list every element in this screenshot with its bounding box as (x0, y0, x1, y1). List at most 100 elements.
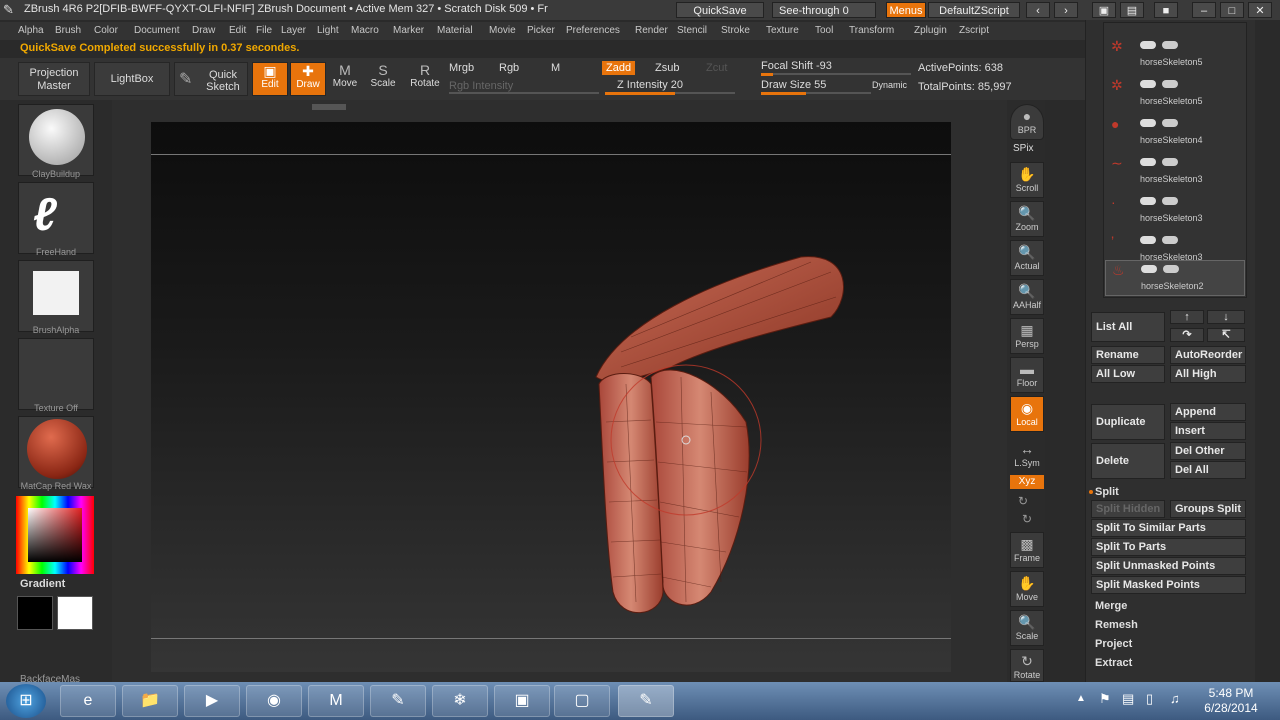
menu-stroke[interactable]: Stroke (721, 25, 750, 36)
chrome-icon[interactable]: ◉ (246, 685, 302, 717)
start-button-icon[interactable]: ⊞ (6, 684, 46, 718)
subtool-item[interactable]: ✲ horseSkeleton5 (1105, 37, 1245, 73)
rotate-button[interactable]: R Rotate (408, 62, 442, 96)
select-down-icon[interactable]: ↸ (1207, 328, 1245, 342)
zadd-toggle[interactable]: Zadd (602, 61, 636, 75)
visibility-icon[interactable] (1140, 41, 1156, 49)
polypaint-icon[interactable] (1162, 41, 1178, 49)
file-explorer-icon[interactable]: 📁 (122, 685, 178, 717)
quicksave-button[interactable]: QuickSave (676, 2, 764, 18)
xyz-toggle[interactable]: Xyz (1010, 475, 1044, 489)
material-thumbnail[interactable] (18, 416, 94, 488)
move-up-icon[interactable]: ↑ (1170, 310, 1204, 324)
quick-sketch-button[interactable]: ✎ Quick Sketch (174, 62, 248, 96)
lightbox-button[interactable]: LightBox (94, 62, 170, 96)
split-to-parts-button[interactable]: Split To Parts (1091, 538, 1246, 556)
zsub-toggle[interactable]: Zsub (655, 62, 679, 74)
del-other-button[interactable]: Del Other (1170, 442, 1246, 460)
menu-light[interactable]: Light (317, 25, 339, 36)
merge-section-header[interactable]: Merge (1095, 600, 1127, 612)
snowflake-app-icon[interactable]: ❄ (432, 685, 488, 717)
horse-skeleton-mesh[interactable] (595, 256, 844, 614)
focal-shift-slider[interactable]: Focal Shift -93 (761, 60, 832, 72)
rotate-view-button[interactable]: ↻ Rotate (1010, 649, 1044, 682)
groups-split-button[interactable]: Groups Split (1170, 500, 1246, 518)
m-toggle[interactable]: M (551, 62, 560, 74)
brush-thumbnail[interactable] (18, 104, 94, 176)
subtool-item-selected[interactable]: ♨ horseSkeleton2 (1105, 260, 1245, 296)
menu-movie[interactable]: Movie (489, 25, 516, 36)
restore-layout-icon[interactable]: ▣ (1092, 2, 1116, 18)
select-up-icon[interactable]: ↷ (1170, 328, 1204, 342)
polypaint-icon[interactable] (1162, 158, 1178, 166)
menu-transform[interactable]: Transform (849, 25, 894, 36)
close-icon[interactable]: ✕ (1248, 2, 1272, 18)
lsym-button[interactable]: ↔ L.Sym (1010, 438, 1044, 474)
menu-alpha[interactable]: Alpha (18, 25, 44, 36)
all-low-button[interactable]: All Low (1091, 365, 1165, 383)
menu-macro[interactable]: Macro (351, 25, 379, 36)
move-down-icon[interactable]: ↓ (1207, 310, 1245, 324)
see-through-slider[interactable]: See-through 0 (772, 2, 876, 18)
zbrush-task-icon[interactable]: ✎ (618, 685, 674, 717)
rgb-toggle[interactable]: Rgb (499, 62, 519, 74)
texture-thumbnail[interactable] (18, 338, 94, 410)
stroke-thumbnail[interactable]: ℓ (18, 182, 94, 254)
polypaint-icon[interactable] (1163, 265, 1179, 273)
subtool-item[interactable]: · horseSkeleton3 (1105, 193, 1245, 229)
visibility-icon[interactable] (1140, 80, 1156, 88)
notes-app-icon[interactable]: ✎ (370, 685, 426, 717)
action-center-flag-icon[interactable]: ⚑ (1099, 691, 1111, 707)
append-button[interactable]: Append (1170, 403, 1246, 421)
bpr-button[interactable]: ● BPR (1010, 104, 1044, 140)
visibility-icon[interactable] (1140, 197, 1156, 205)
move-button[interactable]: M Move (330, 62, 360, 96)
color-picker-square[interactable] (28, 508, 82, 562)
main-color-swatch[interactable] (57, 596, 93, 630)
mrgb-toggle[interactable]: Mrgb (449, 62, 474, 74)
rotate-y-icon[interactable]: ↻ (1018, 494, 1028, 508)
subtool-item[interactable]: ✲ horseSkeleton5 (1105, 76, 1245, 112)
menu-edit[interactable]: Edit (229, 25, 246, 36)
visibility-icon[interactable] (1141, 265, 1157, 273)
visibility-icon[interactable] (1140, 236, 1156, 244)
model-viewport[interactable] (151, 122, 951, 672)
rename-button[interactable]: Rename (1091, 346, 1165, 364)
menu-document[interactable]: Document (134, 25, 180, 36)
image-viewer-icon[interactable]: ▢ (554, 685, 610, 717)
z-intensity-slider[interactable]: Z Intensity 20 (617, 79, 683, 91)
maximize-icon[interactable]: □ (1220, 2, 1244, 18)
dynamic-toggle[interactable]: Dynamic (872, 80, 907, 90)
device-icon[interactable]: ▤ (1122, 691, 1134, 707)
secondary-color-swatch[interactable] (17, 596, 53, 630)
media-player-icon[interactable]: ▶ (184, 685, 240, 717)
menu-draw[interactable]: Draw (192, 25, 215, 36)
gradient-toggle[interactable]: Gradient (20, 578, 65, 590)
menu-marker[interactable]: Marker (393, 25, 424, 36)
volume-icon[interactable]: ♫ (1170, 691, 1180, 706)
menu-picker[interactable]: Picker (527, 25, 555, 36)
menu-file[interactable]: File (256, 25, 272, 36)
menu-material[interactable]: Material (437, 25, 473, 36)
draw-size-slider[interactable]: Draw Size 55 (761, 79, 826, 91)
split-hidden-button[interactable]: Split Hidden (1091, 500, 1165, 518)
project-section-header[interactable]: Project (1095, 638, 1132, 650)
split-masked-points-button[interactable]: Split Masked Points (1091, 576, 1246, 594)
layout-left-icon[interactable]: ‹ (1026, 2, 1050, 18)
scroll-button[interactable]: ✋ Scroll (1010, 162, 1044, 198)
menu-render[interactable]: Render (635, 25, 668, 36)
polypaint-icon[interactable] (1162, 80, 1178, 88)
internet-explorer-icon[interactable]: e (60, 685, 116, 717)
all-high-button[interactable]: All High (1170, 365, 1246, 383)
document-canvas[interactable] (151, 122, 951, 672)
menu-layer[interactable]: Layer (281, 25, 306, 36)
layout-right-icon[interactable]: › (1054, 2, 1078, 18)
aahalf-button[interactable]: 🔍 AAHalf (1010, 279, 1044, 315)
window-switcher-icon[interactable]: ▣ (494, 685, 550, 717)
visibility-icon[interactable] (1140, 119, 1156, 127)
menu-brush[interactable]: Brush (55, 25, 81, 36)
polypaint-icon[interactable] (1162, 236, 1178, 244)
menu-preferences[interactable]: Preferences (566, 25, 620, 36)
spix-label[interactable]: SPix (1013, 143, 1034, 154)
split-to-similar-parts-button[interactable]: Split To Similar Parts (1091, 519, 1246, 537)
